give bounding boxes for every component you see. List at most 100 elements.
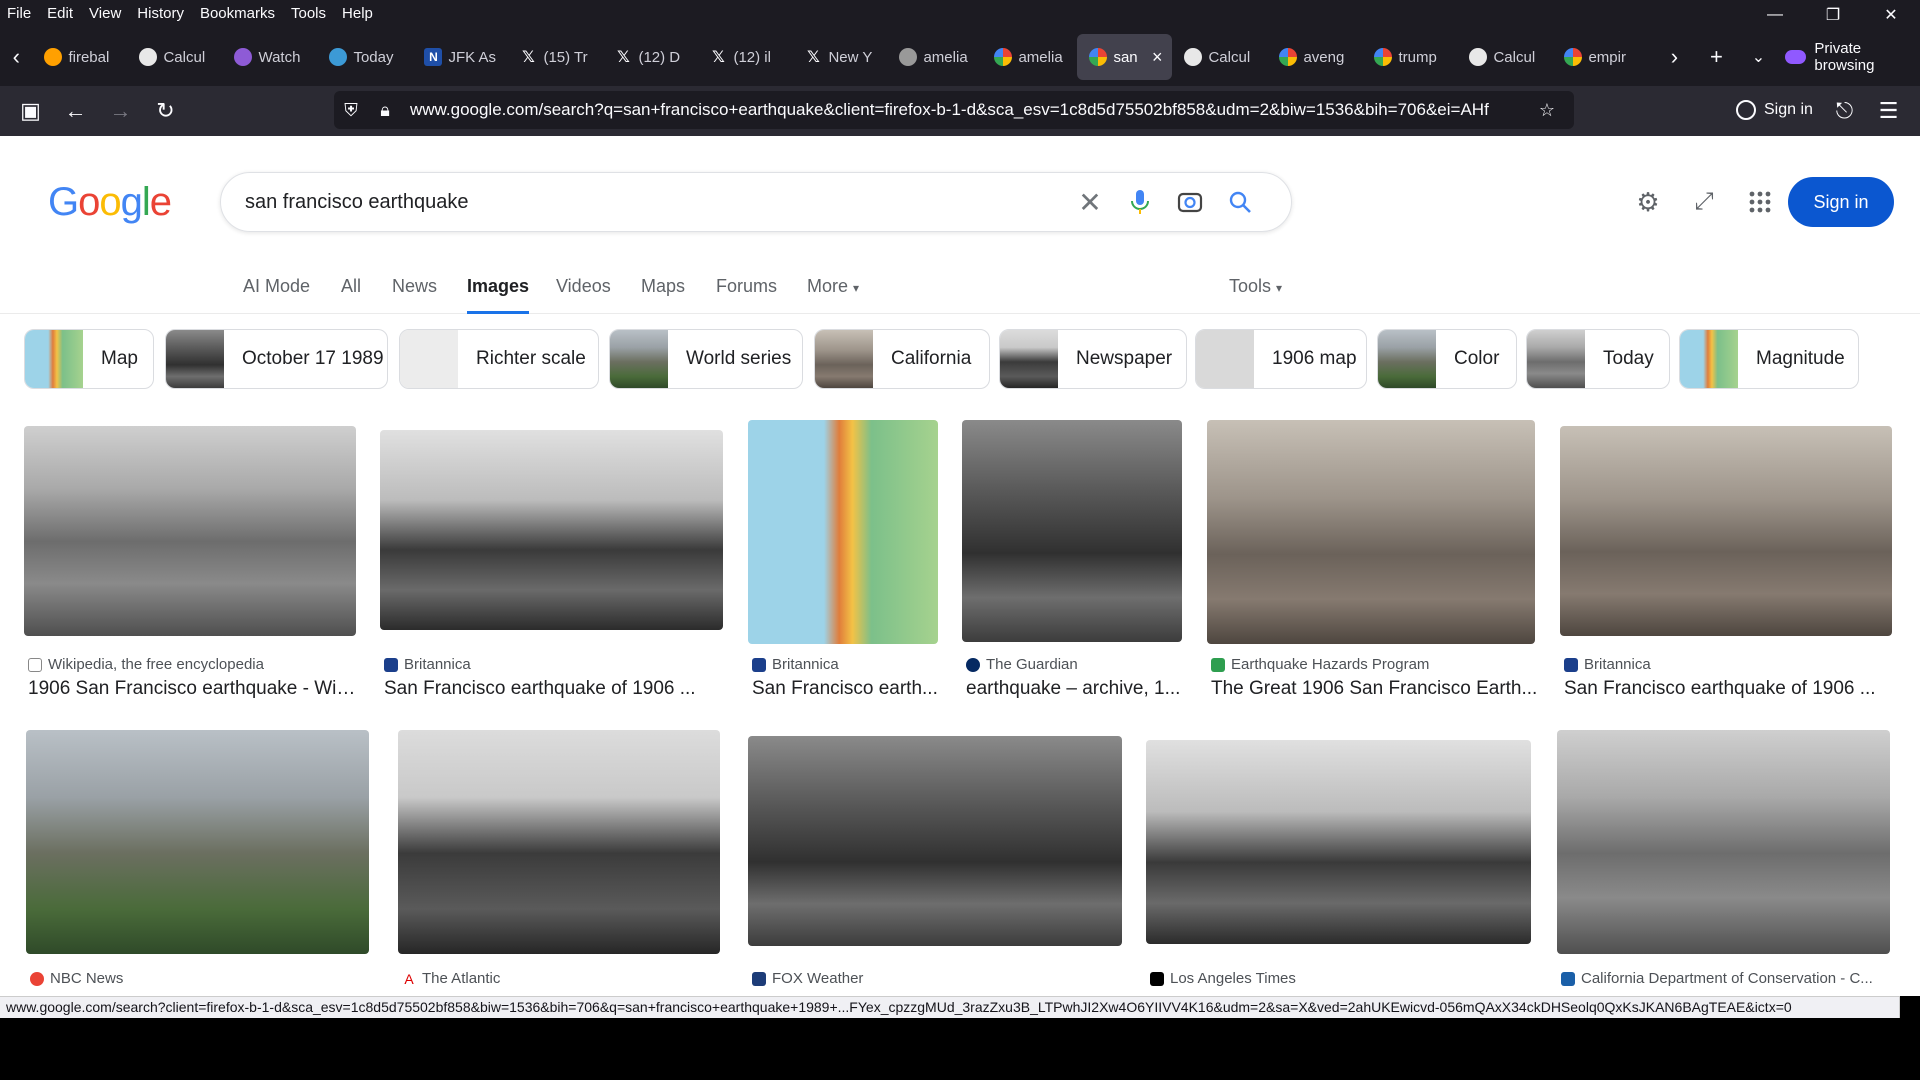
close-window-icon[interactable]: ✕ <box>1862 0 1920 30</box>
google-sign-in-button[interactable]: Sign in <box>1788 177 1894 227</box>
image-result[interactable]: Britannica San Francisco earthquake of 1… <box>1560 426 1892 706</box>
result-source[interactable]: The Guardian <box>966 656 1078 673</box>
result-title[interactable]: The Great 1906 San Francisco Earth... <box>1211 678 1539 700</box>
chip-magnitude[interactable]: Magnitude <box>1679 329 1859 389</box>
result-image[interactable] <box>962 420 1182 642</box>
tab-more[interactable]: More ▾ <box>807 266 859 314</box>
tab-all[interactable]: All <box>341 266 361 314</box>
result-source[interactable]: NBC News <box>30 970 123 987</box>
chip-richter-scale[interactable]: Richter scale <box>399 329 599 389</box>
result-source[interactable]: Los Angeles Times <box>1150 970 1296 987</box>
result-image[interactable] <box>26 730 369 954</box>
result-title[interactable]: 1906 San Francisco earthquake - Wik... <box>28 678 360 700</box>
result-image[interactable] <box>1557 730 1890 954</box>
browser-tab[interactable]: aveng <box>1267 34 1362 80</box>
image-result[interactable]: Britannica San Francisco earth... <box>748 420 938 706</box>
chip-color[interactable]: Color <box>1377 329 1517 389</box>
image-result[interactable]: Los Angeles Times <box>1146 740 1531 996</box>
bookmark-star-icon[interactable]: ☆ <box>1530 93 1564 127</box>
result-source[interactable]: A The Atlantic <box>402 970 500 987</box>
menu-bookmarks[interactable]: Bookmarks <box>193 0 284 28</box>
browser-tab[interactable]: Calcul <box>1457 34 1552 80</box>
result-source[interactable]: Britannica <box>1564 656 1651 673</box>
tracking-protection-icon[interactable]: ⛨ <box>334 93 368 127</box>
browser-tab[interactable]: empir <box>1552 34 1647 80</box>
image-result[interactable]: FOX Weather <box>748 736 1122 996</box>
result-image[interactable] <box>24 426 356 636</box>
result-source[interactable]: Britannica <box>384 656 471 673</box>
sidebar-toggle-icon[interactable]: ▣ <box>8 91 53 131</box>
result-image[interactable] <box>1560 426 1892 636</box>
browser-tab[interactable]: 𝕏 (15) Tr <box>507 34 602 80</box>
result-image[interactable] <box>380 430 723 630</box>
browser-tab[interactable]: Calcul <box>1172 34 1267 80</box>
chip-world-series[interactable]: World series <box>609 329 803 389</box>
chip-california[interactable]: California <box>814 329 990 389</box>
result-source[interactable]: FOX Weather <box>752 970 863 987</box>
browser-tab[interactable]: N JFK As <box>412 34 507 80</box>
image-result[interactable]: NBC News <box>26 730 369 996</box>
result-source[interactable]: Britannica <box>752 656 839 673</box>
menu-history[interactable]: History <box>130 0 193 28</box>
app-menu-icon[interactable]: ☰ <box>1866 91 1911 131</box>
forward-icon[interactable]: → <box>98 91 143 131</box>
browser-tab[interactable]: firebal <box>32 34 127 80</box>
url-bar[interactable]: ⛨ 🔒︎ www.google.com/search?q=san+francis… <box>334 91 1574 129</box>
back-icon[interactable]: ← <box>53 91 98 131</box>
browser-tab[interactable]: 𝕏 (12) il <box>697 34 792 80</box>
chip-1906-map[interactable]: 1906 map <box>1195 329 1367 389</box>
result-title[interactable]: San Francisco earthquake of 1906 ... <box>1564 678 1896 700</box>
search-box[interactable]: san francisco earthquake ✕ <box>220 172 1292 232</box>
lock-icon[interactable]: 🔒︎ <box>368 93 402 127</box>
reload-icon[interactable]: ↻ <box>143 91 188 131</box>
clear-search-icon[interactable]: ✕ <box>1065 177 1115 227</box>
firefox-account-button[interactable]: Sign in <box>1728 93 1825 127</box>
result-image[interactable] <box>1146 740 1531 944</box>
result-title[interactable]: earthquake – archive, 1... <box>966 678 1186 700</box>
browser-tab[interactable]: Today <box>317 34 412 80</box>
search-icon[interactable] <box>1215 177 1265 227</box>
image-result[interactable]: The Guardian earthquake – archive, 1... <box>962 420 1182 706</box>
extensions-icon[interactable]: ⎋ <box>1822 91 1867 131</box>
settings-gear-icon[interactable]: ⚙ <box>1620 182 1676 222</box>
voice-search-icon[interactable] <box>1115 177 1165 227</box>
tab-forums[interactable]: Forums <box>716 266 777 314</box>
result-image[interactable] <box>1207 420 1535 644</box>
browser-tab[interactable]: amelia <box>982 34 1077 80</box>
url-text[interactable]: www.google.com/search?q=san+francisco+ea… <box>410 100 1530 120</box>
google-logo[interactable]: Google <box>48 180 172 225</box>
browser-tab[interactable]: 𝕏 (12) D <box>602 34 697 80</box>
image-result[interactable]: Earthquake Hazards Program The Great 190… <box>1207 420 1537 706</box>
tab-scroll-right-icon[interactable]: › <box>1653 37 1695 77</box>
result-title[interactable]: San Francisco earthquake of 1906 ... <box>384 678 727 700</box>
tab-news[interactable]: News <box>392 266 437 314</box>
result-image[interactable] <box>748 420 938 644</box>
menu-file[interactable]: File <box>0 0 40 28</box>
result-image[interactable] <box>748 736 1122 946</box>
restore-icon[interactable]: ❐ <box>1804 0 1862 30</box>
chip-today[interactable]: Today <box>1526 329 1670 389</box>
result-image[interactable] <box>398 730 720 954</box>
new-tab-icon[interactable]: + <box>1695 37 1737 77</box>
tools-button[interactable]: Tools ▾ <box>1229 266 1282 314</box>
menu-help[interactable]: Help <box>335 0 382 28</box>
image-result[interactable]: California Department of Conservation - … <box>1557 730 1890 996</box>
tab-maps[interactable]: Maps <box>641 266 685 314</box>
tab-videos[interactable]: Videos <box>556 266 611 314</box>
browser-tab[interactable]: amelia <box>887 34 982 80</box>
result-source[interactable]: Earthquake Hazards Program <box>1211 656 1429 673</box>
share-icon[interactable]: ⤢ <box>1676 182 1732 222</box>
result-title[interactable]: San Francisco earth... <box>752 678 942 700</box>
minimize-icon[interactable]: — <box>1746 0 1804 30</box>
browser-tab[interactable]: trump <box>1362 34 1457 80</box>
browser-tab[interactable]: 𝕏 New Y <box>792 34 887 80</box>
google-apps-icon[interactable] <box>1732 182 1788 222</box>
result-source[interactable]: Wikipedia, the free encyclopedia <box>28 656 264 673</box>
close-tab-icon[interactable]: × <box>1152 47 1163 68</box>
image-result[interactable]: Britannica San Francisco earthquake of 1… <box>380 430 723 706</box>
browser-tab[interactable]: Watch <box>222 34 317 80</box>
menu-view[interactable]: View <box>82 0 130 28</box>
tab-ai-mode[interactable]: AI Mode <box>243 266 310 314</box>
lens-search-icon[interactable] <box>1165 177 1215 227</box>
chip-newspaper[interactable]: Newspaper <box>999 329 1187 389</box>
